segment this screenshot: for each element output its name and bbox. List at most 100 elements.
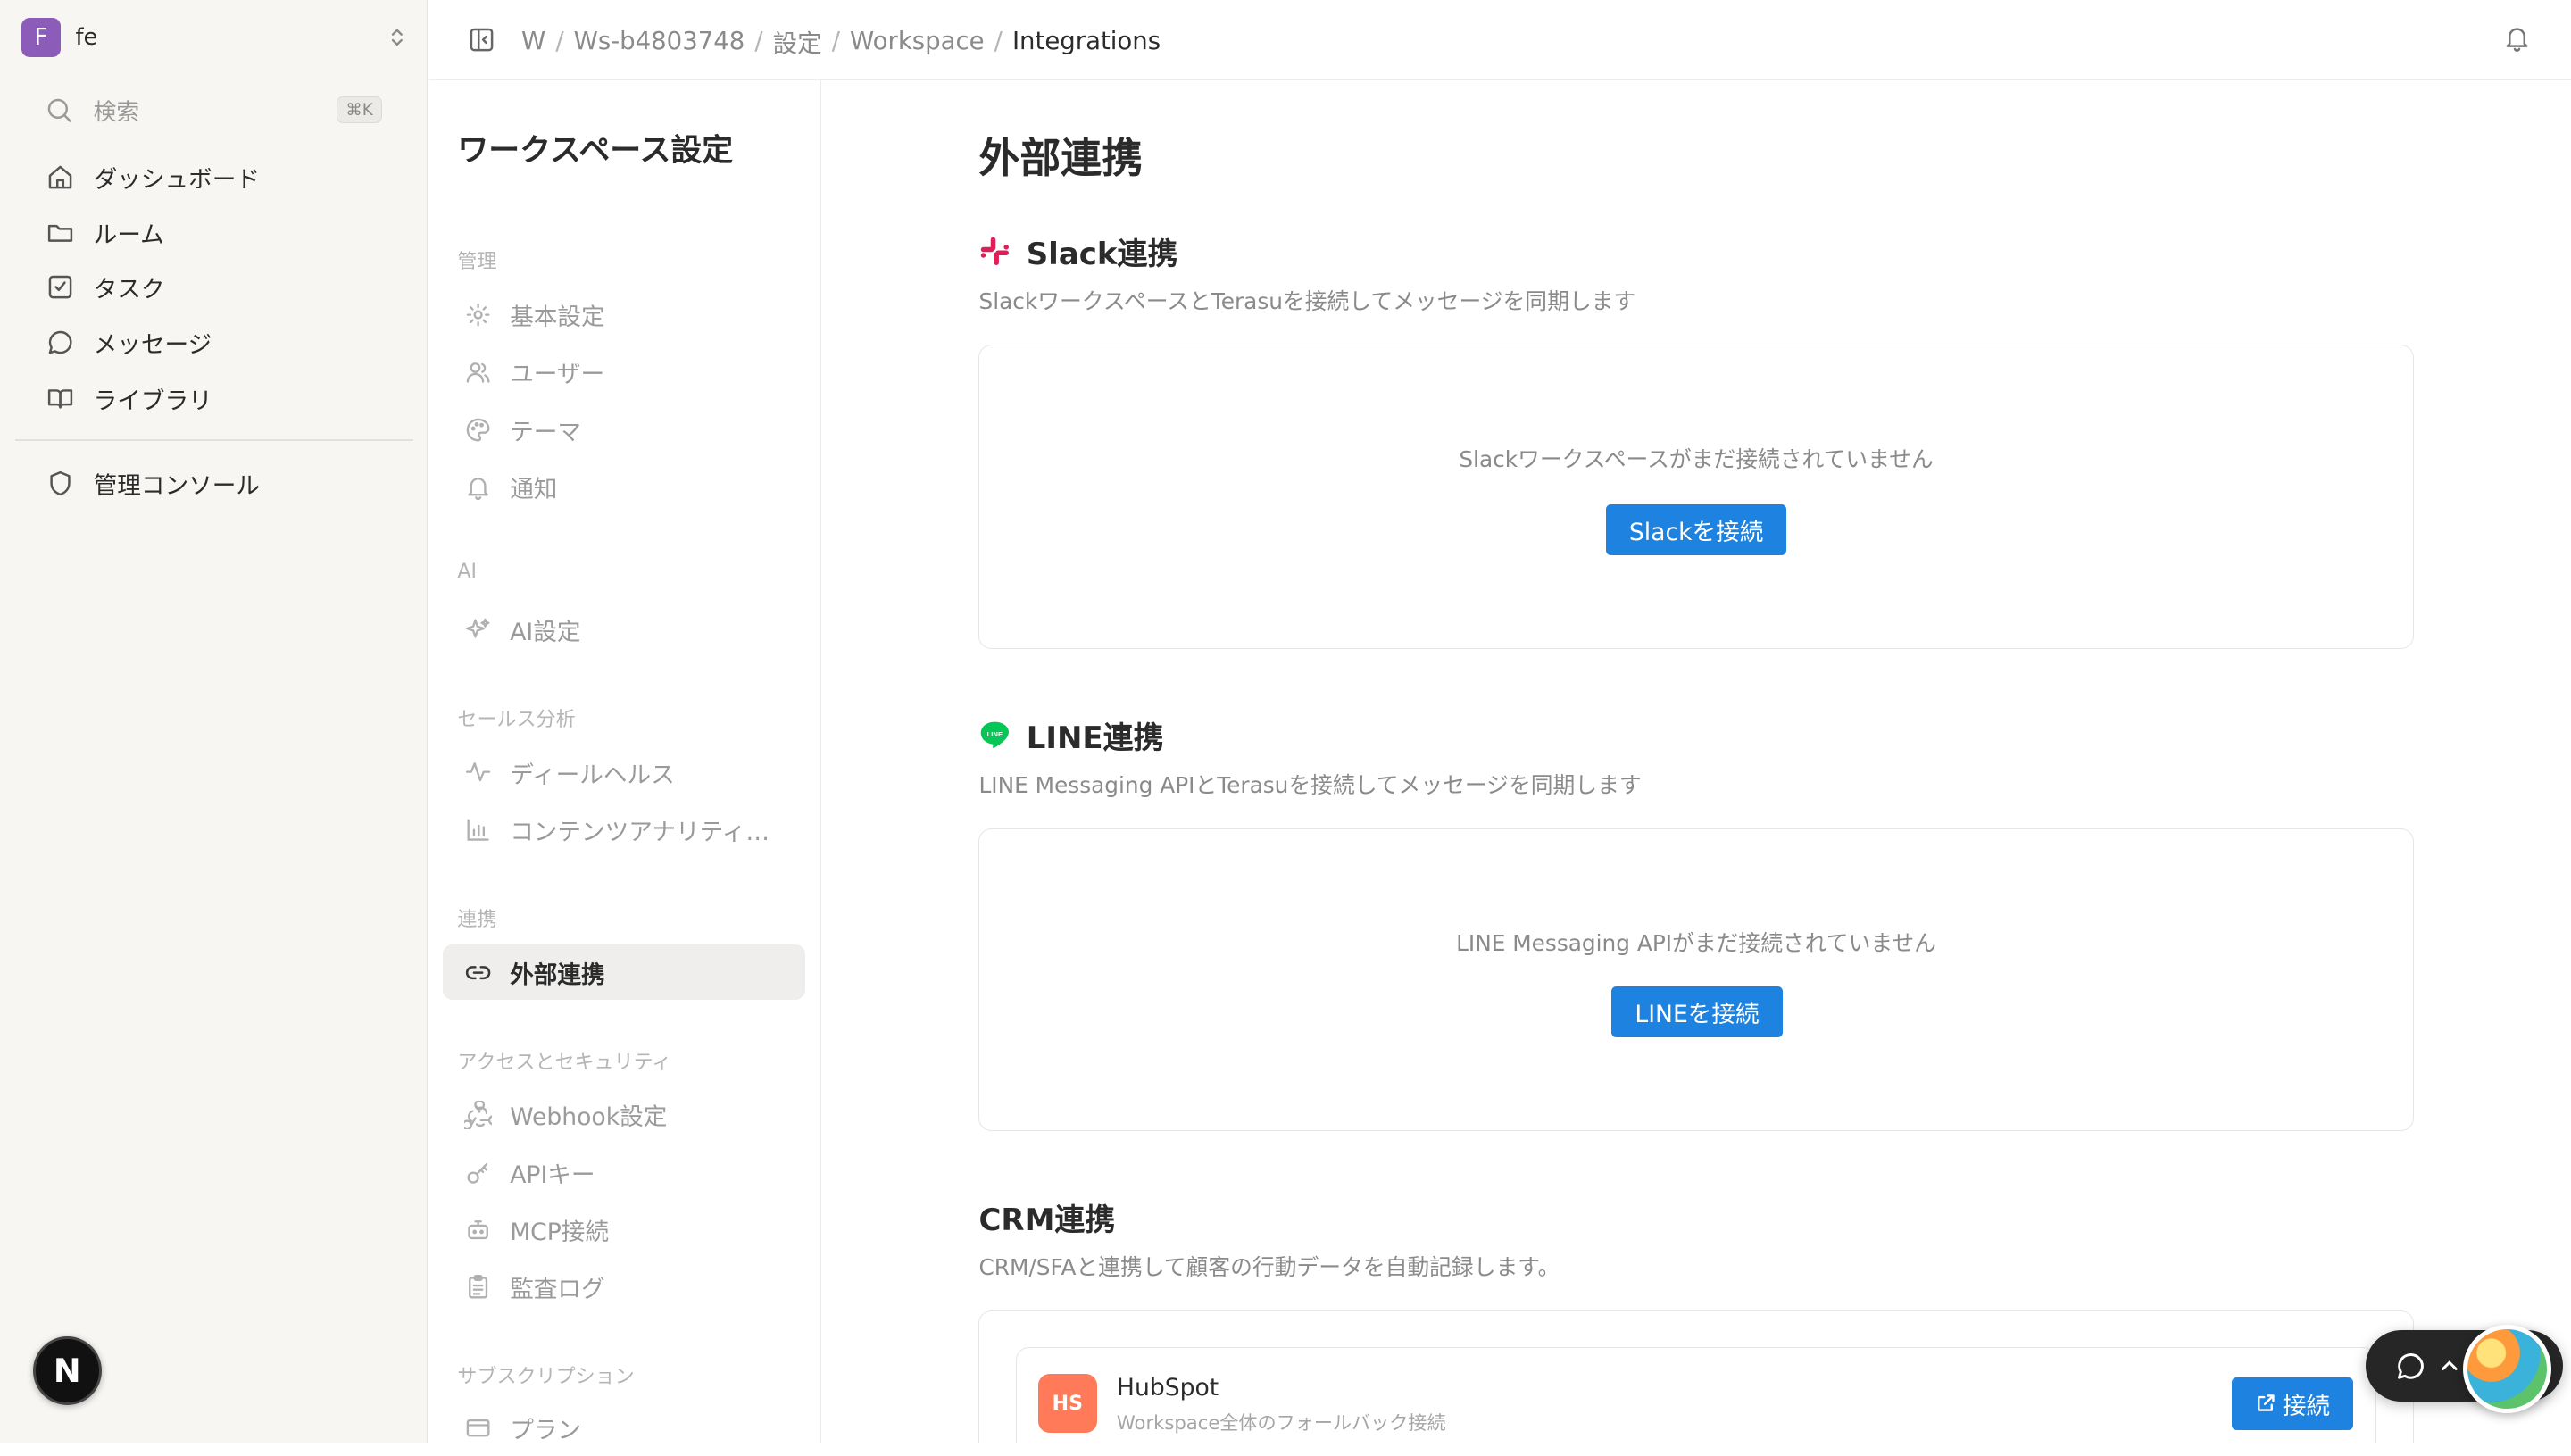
settings-item-basic[interactable]: 基本設定 bbox=[443, 287, 805, 342]
settings-item-ai[interactable]: AI設定 bbox=[443, 602, 805, 657]
settings-nav: ワークスペース設定 管理 基本設定 ユーザー テーマ 通知 AI AI設定 セー… bbox=[429, 79, 822, 1444]
folder-icon bbox=[46, 218, 75, 247]
hubspot-integration-row: HS HubSpot Workspace全体のフォールバック接続 接続 bbox=[1015, 1346, 2377, 1444]
section-label-ai: AI bbox=[457, 561, 477, 584]
breadcrumb-separator: / bbox=[831, 26, 841, 55]
sidebar-item-library[interactable]: ライブラリ bbox=[46, 380, 406, 416]
crm-section-header: CRM連携 bbox=[978, 1195, 1115, 1239]
activity-icon bbox=[464, 758, 492, 786]
connect-hubspot-button[interactable]: 接続 bbox=[2231, 1377, 2353, 1430]
sidebar-item-dashboard[interactable]: ダッシュボード bbox=[46, 159, 406, 195]
settings-item-plan[interactable]: プラン bbox=[443, 1401, 805, 1456]
settings-item-users[interactable]: ユーザー bbox=[443, 345, 805, 400]
bell-icon bbox=[464, 473, 492, 501]
card-icon bbox=[464, 1414, 492, 1442]
sidebar-item-label: メッセージ bbox=[93, 331, 212, 360]
breadcrumb-item[interactable]: Ws-b4803748 bbox=[574, 27, 745, 55]
search-icon bbox=[45, 96, 74, 125]
settings-item-label: 監査ログ bbox=[510, 1276, 605, 1304]
settings-item-mcp[interactable]: MCP接続 bbox=[443, 1202, 805, 1257]
connect-slack-button[interactable]: Slackを接続 bbox=[1606, 503, 1787, 555]
settings-item-audit-log[interactable]: 監査ログ bbox=[443, 1260, 805, 1315]
connect-hubspot-label: 接続 bbox=[2282, 1392, 2331, 1420]
message-icon bbox=[46, 328, 75, 357]
sidebar-item-label: ダッシュボード bbox=[93, 165, 261, 194]
bot-icon bbox=[464, 1216, 492, 1244]
webhook-icon bbox=[463, 1101, 492, 1129]
settings-item-label: 基本設定 bbox=[510, 304, 605, 332]
sidebar-item-messages[interactable]: メッセージ bbox=[46, 325, 406, 361]
settings-item-label: AI設定 bbox=[510, 618, 581, 646]
hubspot-name: HubSpot bbox=[1116, 1374, 1219, 1402]
settings-item-label: 通知 bbox=[510, 475, 558, 503]
breadcrumb-item[interactable]: Workspace bbox=[850, 27, 985, 55]
breadcrumb-separator: / bbox=[994, 26, 1003, 55]
notification-bell-icon[interactable] bbox=[2502, 23, 2532, 53]
user-avatar[interactable] bbox=[2462, 1325, 2551, 1414]
line-card: LINE Messaging APIがまだ接続されていません LINEを接続 bbox=[978, 828, 2414, 1132]
search-label: 検索 bbox=[93, 98, 140, 126]
chat-icon[interactable] bbox=[2394, 1350, 2427, 1383]
main-content: 外部連携 Slack連携 SlackワークスペースとTerasuを接続してメッセ… bbox=[821, 80, 2571, 1444]
settings-item-notifications[interactable]: 通知 bbox=[443, 459, 805, 514]
settings-item-content-analytics[interactable]: コンテンツアナリティクス bbox=[443, 802, 805, 857]
settings-item-label: ディールヘルス bbox=[510, 761, 675, 789]
line-section-description: LINE Messaging APIとTerasuを接続してメッセージを同期しま… bbox=[978, 771, 1642, 798]
breadcrumb-current: Integrations bbox=[1011, 26, 1161, 55]
settings-item-label: Webhook設定 bbox=[510, 1103, 668, 1132]
clipboard-icon bbox=[464, 1273, 492, 1301]
line-logo-icon: LINE bbox=[978, 719, 1011, 752]
section-label-access-security: アクセスとセキュリティ bbox=[457, 1051, 672, 1074]
bar-chart-icon bbox=[464, 816, 492, 844]
breadcrumb-item[interactable]: W bbox=[521, 27, 545, 55]
settings-item-external-integrations[interactable]: 外部連携 bbox=[442, 944, 805, 1001]
chevron-up-icon[interactable] bbox=[2438, 1354, 2461, 1377]
settings-item-webhook[interactable]: Webhook設定 bbox=[443, 1087, 805, 1143]
sidebar-item-tasks[interactable]: タスク bbox=[46, 269, 406, 304]
slack-section-description: SlackワークスペースとTerasuを接続してメッセージを同期します bbox=[978, 287, 1636, 314]
link-icon bbox=[464, 959, 492, 986]
crm-section-description: CRM/SFAと連携して顧客の行動データを自動記録します。 bbox=[978, 1253, 1560, 1280]
settings-item-label: MCP接続 bbox=[510, 1219, 610, 1246]
nextjs-dev-badge[interactable]: N bbox=[32, 1335, 102, 1406]
slack-empty-message: Slackワークスペースがまだ接続されていません bbox=[1459, 446, 1934, 473]
breadcrumb: W / Ws-b4803748 / 設定 / Workspace / Integ… bbox=[521, 23, 1161, 59]
users-icon bbox=[464, 358, 492, 386]
workspace-switcher[interactable]: F fe bbox=[21, 18, 408, 58]
sidebar-item-admin-console[interactable]: 管理コンソール bbox=[46, 466, 406, 502]
breadcrumb-item[interactable]: 設定 bbox=[773, 23, 822, 59]
sidebar-toggle-icon[interactable] bbox=[467, 25, 496, 54]
line-section-header: LINE LINE連携 bbox=[978, 713, 1164, 757]
sidebar-divider bbox=[14, 439, 413, 442]
settings-item-label: 外部連携 bbox=[510, 961, 605, 989]
crm-section-title: CRM連携 bbox=[978, 1202, 1116, 1238]
home-icon bbox=[46, 162, 75, 192]
section-label-integrations: 連携 bbox=[457, 909, 497, 931]
crm-card: HS HubSpot Workspace全体のフォールバック接続 接続 bbox=[978, 1310, 2414, 1444]
gear-icon bbox=[464, 301, 492, 329]
app-sidebar: F fe 検索 ⌘K ダッシュボード ルーム タスク メッセージ ライブラリ 管… bbox=[0, 0, 428, 1444]
line-empty-message: LINE Messaging APIがまだ接続されていません bbox=[1456, 929, 1936, 956]
section-label-management: 管理 bbox=[457, 251, 497, 274]
sidebar-item-rooms[interactable]: ルーム bbox=[46, 215, 406, 251]
line-section-title: LINE連携 bbox=[1026, 720, 1164, 756]
svg-text:LINE: LINE bbox=[987, 730, 1003, 738]
external-link-icon bbox=[2255, 1393, 2276, 1414]
settings-item-theme[interactable]: テーマ bbox=[443, 402, 805, 457]
sidebar-item-label: ライブラリ bbox=[93, 387, 212, 415]
settings-item-deal-health[interactable]: ディールヘルス bbox=[443, 745, 805, 800]
top-header: W / Ws-b4803748 / 設定 / Workspace / Integ… bbox=[429, 0, 2571, 80]
search-button[interactable]: 検索 ⌘K bbox=[45, 92, 382, 128]
settings-title: ワークスペース設定 bbox=[457, 133, 734, 170]
workspace-avatar: F bbox=[21, 18, 61, 58]
sidebar-item-label: タスク bbox=[93, 275, 165, 304]
sparkles-icon bbox=[464, 616, 492, 644]
settings-item-label: APIキー bbox=[510, 1161, 595, 1189]
settings-item-label: コンテンツアナリティクス bbox=[510, 818, 789, 846]
connect-line-button[interactable]: LINEを接続 bbox=[1610, 986, 1784, 1037]
slack-section-title: Slack連携 bbox=[1026, 237, 1178, 273]
breadcrumb-separator: / bbox=[555, 26, 564, 55]
settings-item-api-keys[interactable]: APIキー bbox=[443, 1144, 805, 1200]
checkbox-icon bbox=[46, 272, 75, 302]
shield-icon bbox=[46, 469, 75, 498]
